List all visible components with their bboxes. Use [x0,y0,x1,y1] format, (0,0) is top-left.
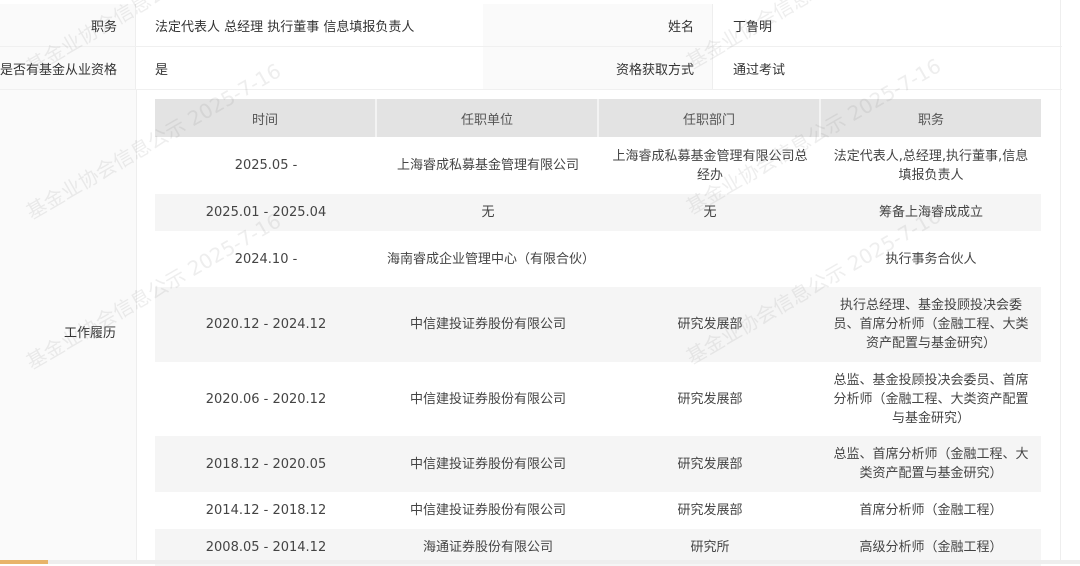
work-history-label: 工作履历 [63,326,116,341]
cell-time: 2024.10 - [234,251,298,267]
cell-department [599,231,821,287]
name-label: 姓名 [483,4,713,46]
cell-title: 筹备上海睿成成立 [878,205,983,220]
table-row: 2018.12 - 2020.05 中信建投证券股份有限公司 研究发展部 总监、… [155,436,1041,492]
cell-employer: 中信建投证券股份有限公司 [409,503,566,518]
method-value: 通过考试 [733,62,786,78]
cell-employer: 中信建投证券股份有限公司 [409,391,566,407]
table-row: 2025.01 - 2025.04 无 无 筹备上海睿成成立 [155,194,1041,231]
table-row: 2014.12 - 2018.12 中信建投证券股份有限公司 研究发展部 首席分… [155,492,1041,529]
position-label: 职务 [0,4,136,46]
name-value: 丁鲁明 [733,19,773,35]
manager-profile-page: 职务 法定代表人 总经理 执行董事 信息填报负责人 姓名 丁鲁明 是否有基金从业… [0,0,1080,566]
cell-department: 无 [703,205,717,220]
header-employer: 任职单位 [377,99,599,137]
cell-department: 研究发展部 [677,317,743,332]
table-row: 2020.06 - 2020.12 中信建投证券股份有限公司 研究发展部 总监、… [155,362,1041,436]
work-history-table: 时间 任职单位 任职部门 职务 2025.05 - 上海睿成私募基金管理有限公司… [155,99,1041,566]
cell-time: 2020.12 - 2024.12 [205,317,327,332]
cell-department: 研究发展部 [677,503,743,518]
table-row: 2025.05 - 上海睿成私募基金管理有限公司 上海睿成私募基金管理有限公司总… [155,137,1041,194]
cell-title: 总监、首席分析师（金融工程、大类资产配置与基金研究） [833,447,1029,481]
header-department: 任职部门 [599,99,821,137]
cell-employer: 上海睿成私募基金管理有限公司 [396,158,579,173]
cell-title: 法定代表人,总经理,执行董事,信息填报负责人 [833,148,1029,183]
cell-title: 首席分析师（金融工程） [859,503,1003,518]
table-row: 2024.10 - 海南睿成企业管理中心（有限合伙） 执行事务合伙人 [155,231,1041,287]
cell-employer: 无 [481,205,495,220]
work-history-header: 时间 任职单位 任职部门 职务 [155,99,1041,137]
qualification-value: 是 [155,62,169,78]
table-row: 2020.12 - 2024.12 中信建投证券股份有限公司 研究发展部 执行总… [155,287,1041,362]
cell-title: 执行总经理、基金投顾投决会委员、首席分析师（金融工程、大类资产配置与基金研究） [833,298,1029,351]
bottom-scroll-track[interactable] [0,560,1080,564]
cell-department: 上海睿成私募基金管理有限公司总经办 [612,148,808,183]
header-title: 职务 [917,112,944,128]
header-time: 时间 [155,99,377,137]
table-right-border [1060,0,1061,564]
info-row-position: 职务 法定代表人 总经理 执行董事 信息填报负责人 姓名 丁鲁明 [0,4,1062,47]
cell-time: 2025.05 - [234,158,298,173]
qualification-label: 是否有基金从业资格 [0,47,136,89]
cell-employer: 中信建投证券股份有限公司 [409,317,566,332]
cell-title: 执行事务合伙人 [885,251,977,267]
cell-time: 2025.01 - 2025.04 [205,205,327,220]
method-label: 资格获取方式 [483,47,713,89]
position-value: 法定代表人 总经理 执行董事 信息填报负责人 [155,19,415,35]
cell-department: 研究发展部 [677,391,743,407]
info-row-qualification: 是否有基金从业资格 是 资格获取方式 通过考试 [0,47,1062,90]
cell-title: 总监、基金投顾投决会委员、首席分析师（金融工程、大类资产配置与基金研究） [833,372,1029,426]
bottom-scroll-thumb[interactable] [0,560,48,564]
cell-employer: 海南睿成企业管理中心（有限合伙） [387,251,596,267]
cell-employer: 中信建投证券股份有限公司 [409,456,566,472]
cell-time: 2020.06 - 2020.12 [205,391,327,407]
cell-time: 2018.12 - 2020.05 [205,456,327,472]
cell-time: 2014.12 - 2018.12 [205,503,327,518]
cell-department: 研究发展部 [677,456,743,472]
